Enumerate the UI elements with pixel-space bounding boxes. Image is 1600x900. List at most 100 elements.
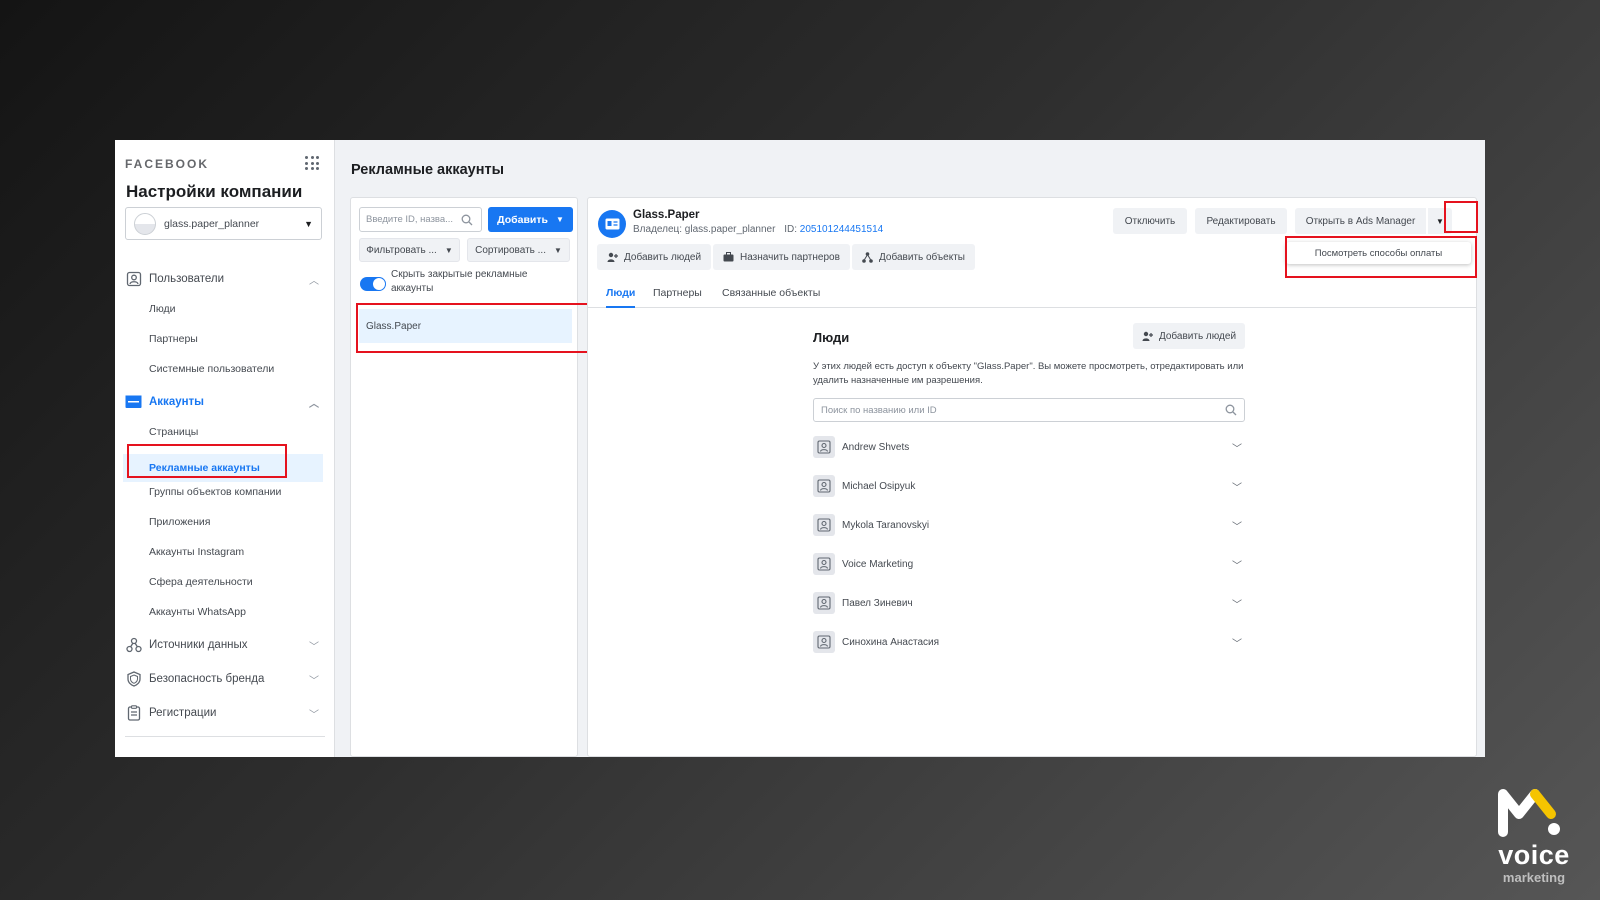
chevron-down-icon[interactable]: ﹀ — [1232, 596, 1242, 611]
filter-button[interactable]: Фильтровать ... ▼ — [359, 238, 460, 262]
assign-partners-button[interactable]: Назначить партнеров — [713, 244, 850, 270]
sidebar-item-instagram-accounts[interactable]: Аккаунты Instagram — [149, 544, 244, 560]
sidebar-item-lines-of-business[interactable]: Сфера деятельности — [149, 574, 253, 590]
ad-account-id-link[interactable]: 205101244451514 — [800, 224, 883, 235]
owner-text: Владелец: glass.paper_planner — [633, 224, 776, 235]
search-icon — [1225, 404, 1237, 416]
shield-icon — [125, 671, 142, 688]
edit-button[interactable]: Редактировать — [1195, 208, 1287, 234]
tab-connected-assets[interactable]: Связанные объекты — [722, 283, 820, 308]
person-icon — [813, 631, 835, 653]
sidebar-item-business-asset-groups[interactable]: Группы объектов компании — [149, 484, 281, 500]
chevron-down-icon[interactable]: ﹀ — [1232, 518, 1242, 533]
account-search-input[interactable] — [366, 214, 461, 225]
sidebar-item-system-users[interactable]: Системные пользователи — [149, 361, 274, 377]
sidebar-section-registrations[interactable]: Регистрации ﹀ — [125, 703, 325, 723]
sidebar-item-partners[interactable]: Партнеры — [149, 331, 198, 347]
voice-marketing-logo: voice marketing — [1484, 784, 1584, 885]
add-objects-button[interactable]: Добавить объекты — [852, 244, 975, 270]
sidebar-section-label: Источники данных — [149, 639, 248, 651]
business-account-select[interactable]: glass.paper_planner ▼ — [125, 207, 322, 240]
people-section-title: Люди — [813, 330, 850, 345]
sidebar-item-apps[interactable]: Приложения — [149, 514, 210, 530]
objects-icon — [862, 251, 873, 263]
people-search-box[interactable] — [813, 398, 1245, 422]
person-name: Voice Marketing — [842, 558, 914, 570]
ad-account-detail-panel: Glass.Paper Владелец: glass.paper_planne… — [587, 197, 1477, 757]
sidebar-section-label: Аккаунты — [149, 396, 205, 408]
data-sources-icon — [125, 637, 142, 654]
chevron-down-icon[interactable]: ﹀ — [1232, 557, 1242, 572]
sidebar-item-ad-accounts[interactable]: Рекламные аккаунты — [149, 460, 260, 476]
person-name: Павел Зиневич — [842, 597, 913, 609]
sort-button[interactable]: Сортировать ... ▼ — [467, 238, 570, 262]
sidebar-section-data-sources[interactable]: Источники данных ﹀ — [125, 635, 325, 655]
sidebar: FACEBOOK Настройки компании glass.paper_… — [115, 140, 335, 757]
sidebar-item-people[interactable]: Люди — [149, 301, 176, 317]
person-icon — [813, 475, 835, 497]
person-name: Michael Osipyuk — [842, 480, 916, 492]
person-name: Синохина Анастасия — [842, 636, 940, 648]
person-row[interactable]: Mykola Taranovskyi ﹀ — [813, 513, 1245, 537]
search-icon — [461, 214, 473, 225]
tab-partners[interactable]: Партнеры — [653, 283, 702, 308]
chevron-down-icon: ﹀ — [309, 675, 319, 687]
id-prefix: ID: — [784, 224, 797, 235]
disable-button[interactable]: Отключить — [1113, 208, 1187, 234]
add-people-action-button[interactable]: Добавить людей — [597, 244, 712, 270]
sidebar-section-brand-safety[interactable]: Безопасность бренда ﹀ — [125, 669, 325, 689]
chevron-down-icon[interactable]: ﹀ — [1232, 440, 1242, 455]
hide-closed-accounts-label: Скрыть закрытые рекламные аккаунты — [391, 269, 528, 294]
caret-down-icon: ▼ — [1436, 216, 1444, 226]
person-row[interactable]: Andrew Shvets ﹀ — [813, 435, 1245, 459]
sidebar-divider — [125, 736, 325, 737]
apps-grid-icon[interactable] — [305, 156, 319, 170]
tab-people[interactable]: Люди — [606, 283, 636, 308]
people-search-input[interactable] — [821, 404, 1225, 416]
person-icon — [813, 514, 835, 536]
add-person-icon — [1142, 331, 1153, 341]
more-options-dropdown[interactable]: ▼ — [1428, 208, 1452, 234]
add-person-icon — [607, 252, 618, 262]
sidebar-section-label: Регистрации — [149, 707, 217, 719]
ad-accounts-list-panel: Добавить ▼ Фильтровать ... ▼ Сортировать… — [350, 197, 578, 757]
add-people-label: Добавить людей — [624, 251, 702, 263]
sidebar-item-pages[interactable]: Страницы — [149, 424, 198, 440]
chevron-down-icon: ﹀ — [309, 641, 319, 653]
business-settings-window: FACEBOOK Настройки компании glass.paper_… — [115, 140, 1485, 757]
chevron-up-icon: ︿ — [309, 398, 319, 410]
ad-account-list-item[interactable]: Glass.Paper — [359, 309, 572, 343]
account-search-box[interactable] — [359, 207, 482, 232]
person-row[interactable]: Синохина Анастасия ﹀ — [813, 630, 1245, 654]
sidebar-item-whatsapp-accounts[interactable]: Аккаунты WhatsApp — [149, 604, 246, 620]
chevron-down-icon[interactable]: ﹀ — [1232, 479, 1242, 494]
accounts-icon — [125, 394, 142, 411]
chevron-down-icon: ﹀ — [309, 709, 319, 721]
briefcase-icon — [723, 252, 734, 262]
chevron-up-icon: ︿ — [309, 275, 319, 287]
person-row[interactable]: Voice Marketing ﹀ — [813, 552, 1245, 576]
person-icon — [813, 436, 835, 458]
brand-subword: marketing — [1502, 870, 1566, 885]
hide-closed-accounts-toggle[interactable] — [360, 277, 386, 291]
person-name: Mykola Taranovskyi — [842, 519, 930, 531]
open-ads-manager-button[interactable]: Открыть в Ads Manager — [1295, 208, 1426, 234]
detail-tabs: Люди Партнеры Связанные объекты — [588, 283, 1476, 308]
sort-button-label: Сортировать ... — [475, 244, 546, 256]
sidebar-section-label: Пользователи — [149, 273, 225, 285]
person-row[interactable]: Michael Osipyuk ﹀ — [813, 474, 1245, 498]
add-button[interactable]: Добавить ▼ — [488, 207, 573, 232]
chevron-down-icon[interactable]: ﹀ — [1232, 635, 1242, 650]
assign-partners-label: Назначить партнеров — [740, 251, 840, 263]
facebook-logo: FACEBOOK — [125, 157, 210, 171]
view-payment-methods-menu-item[interactable]: Посмотреть способы оплаты — [1286, 242, 1471, 264]
sidebar-section-users[interactable]: Пользователи ︿ — [125, 269, 325, 289]
people-description: У этих людей есть доступ к объекту "Glas… — [813, 361, 1244, 386]
business-avatar — [134, 212, 156, 235]
person-icon — [813, 553, 835, 575]
add-people-button[interactable]: Добавить людей — [1133, 323, 1245, 349]
sidebar-section-accounts[interactable]: Аккаунты ︿ — [125, 392, 325, 412]
person-row[interactable]: Павел Зиневич ﹀ — [813, 591, 1245, 615]
caret-down-icon: ▼ — [304, 218, 313, 229]
business-account-name: glass.paper_planner — [164, 217, 260, 230]
